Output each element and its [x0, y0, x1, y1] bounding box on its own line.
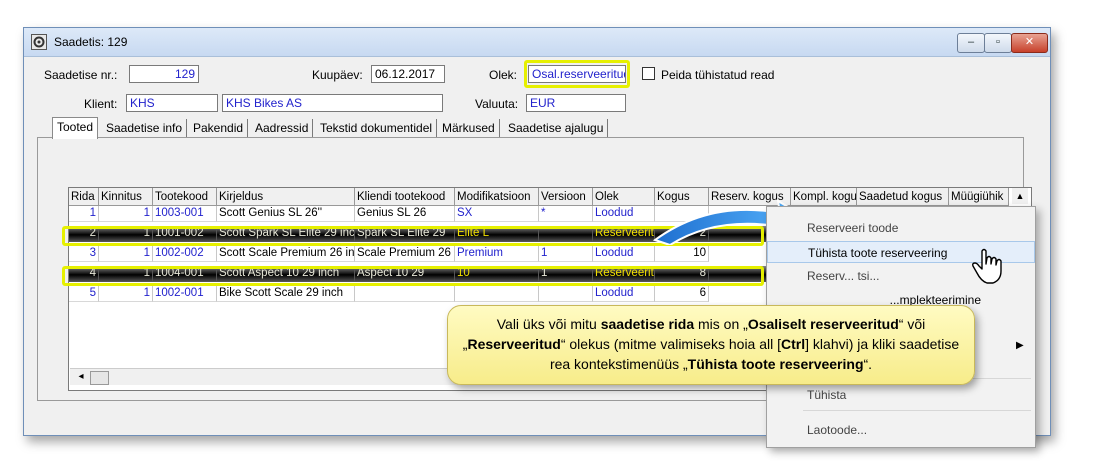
window-title: Saadetis: 129 [54, 35, 128, 49]
tab-pakendid[interactable]: Pakendid [189, 119, 249, 137]
column-header[interactable]: Kirjeldus [217, 188, 355, 206]
app-icon [31, 34, 47, 50]
instruction-callout: Vali üks või mitu saadetise rida mis on … [447, 305, 975, 385]
shipment-no-field[interactable]: 129 [129, 65, 199, 83]
cell-modif [455, 286, 539, 302]
cell-kirjeldus: Bike Scott Scale 29 inch [217, 286, 355, 302]
menu-separator [803, 410, 1031, 411]
column-header[interactable]: Rida [69, 188, 99, 206]
maximize-button[interactable]: ▫ [984, 33, 1012, 53]
tab-saadetise-ajalugu[interactable]: Saadetise ajalugu [504, 119, 609, 137]
row-highlight-frame [62, 266, 764, 286]
callout-bold-text: saadetise rida [600, 316, 695, 332]
cell-kinnitus: 1 [99, 246, 153, 262]
cell-kirjeldus: Scott Genius SL 26'' [217, 206, 355, 222]
status-label: Olek: [489, 68, 518, 82]
tab-aadressid[interactable]: Aadressid [251, 119, 314, 137]
column-header[interactable]: Kliendi tootekood [355, 188, 455, 206]
cell-modif: SX [455, 206, 539, 222]
cell-tootekood: 1002-002 [153, 246, 217, 262]
cell-versioon: * [539, 206, 593, 222]
tab-saadetise-info[interactable]: Saadetise info [102, 119, 188, 137]
cell-kliendi: Scale Premium 26 [355, 246, 455, 262]
menu-item-reserve-product[interactable]: Reserveeri toode [767, 217, 1035, 239]
column-header[interactable]: Kinnitus [99, 188, 153, 206]
callout-bold-text: Reserveeritud [467, 336, 561, 352]
tab-tooted[interactable]: Tooted [52, 117, 99, 139]
cell-rida: 1 [69, 206, 99, 222]
menu-item-cancel[interactable]: Tühista [767, 384, 1035, 406]
column-header[interactable]: Tootekood [153, 188, 217, 206]
cell-versioon [539, 286, 593, 302]
callout-bold-text: Tühista toote reserveering [687, 356, 864, 372]
hand-cursor-icon [972, 248, 1002, 284]
scroll-left-icon[interactable]: ◂ [75, 371, 87, 383]
hide-cancelled-label: Peida tühistatud read [661, 68, 775, 82]
client-name-field[interactable]: KHS Bikes AS [222, 94, 443, 112]
column-header[interactable]: Olek [593, 188, 655, 206]
callout-text-part: Vali üks või mitu [496, 316, 601, 332]
cell-tootekood: 1002-001 [153, 286, 217, 302]
currency-field[interactable]: EUR [526, 94, 626, 112]
scroll-up-icon[interactable]: ▲ [1012, 188, 1028, 204]
callout-text-part: “. [863, 356, 873, 372]
cell-kinnitus: 1 [99, 286, 153, 302]
cell-versioon: 1 [539, 246, 593, 262]
cell-rida: 5 [69, 286, 99, 302]
callout-bold-text: Osaliselt reserveeritud [747, 316, 899, 332]
tab-markused[interactable]: Märkused [438, 119, 500, 137]
date-label: Kuupäev: [312, 68, 363, 82]
client-code-field[interactable]: KHS [126, 94, 218, 112]
cell-olek: Loodud [593, 246, 655, 262]
currency-label: Valuuta: [475, 97, 519, 111]
tab-tekstid-dokumentidel[interactable]: Tekstid dokumentidel [316, 119, 438, 137]
cell-kirjeldus: Scott Scale Premium 26 inch [217, 246, 355, 262]
cell-kogus: 6 [655, 286, 709, 302]
column-header[interactable]: Versioon [539, 188, 593, 206]
submenu-arrow-icon: ▶ [1016, 340, 1024, 351]
column-header[interactable]: Modifikatsioon [455, 188, 539, 206]
cell-kogus: 10 [655, 246, 709, 262]
shipment-no-label: Saadetise nr.: [44, 68, 118, 82]
client-label: Klient: [84, 97, 118, 111]
hide-cancelled-checkbox[interactable] [642, 67, 655, 80]
title-bar[interactable]: Saadetis: 129 – ▫ ✕ [24, 28, 1050, 57]
callout-bold-text: Ctrl [781, 336, 806, 352]
cell-olek: Loodud [593, 206, 655, 222]
callout-text-part: “ olekus (mitme valimiseks hoia all [ [560, 336, 782, 352]
cell-kinnitus: 1 [99, 206, 153, 222]
callout-text-part: mis on „ [694, 316, 748, 332]
cell-rida: 3 [69, 246, 99, 262]
menu-item-stock-product[interactable]: Laotoode... [767, 419, 1035, 441]
cell-kliendi [355, 286, 455, 302]
minimize-button[interactable]: – [957, 33, 985, 53]
column-header[interactable]: Saadetud kogus [857, 188, 949, 206]
close-button[interactable]: ✕ [1011, 33, 1048, 53]
callout-text: Vali üks või mitu saadetise rida mis on … [458, 314, 964, 374]
scroll-thumb[interactable] [90, 371, 109, 385]
status-field: Osal.reserveeritud [528, 65, 626, 83]
cell-olek: Loodud [593, 286, 655, 302]
cell-modif: Premium [455, 246, 539, 262]
cell-kliendi: Genius SL 26 [355, 206, 455, 222]
cell-tootekood: 1003-001 [153, 206, 217, 222]
date-field[interactable]: 06.12.2017 [371, 65, 445, 83]
column-header[interactable]: Müügiühik [949, 188, 1009, 206]
